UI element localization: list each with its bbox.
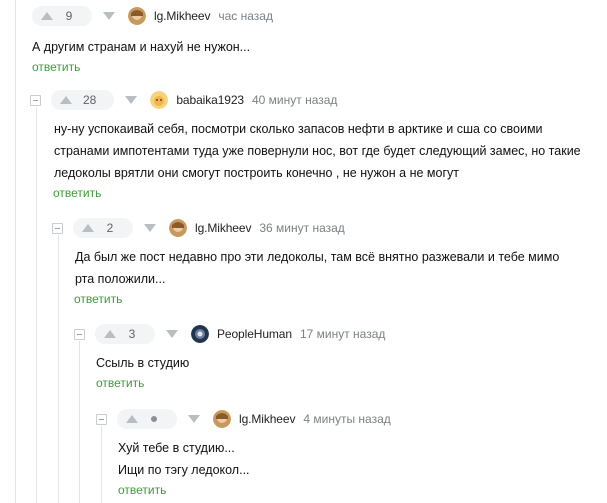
comment-text-line: рта положили...: [75, 272, 166, 286]
collapse-icon[interactable]: [74, 328, 85, 340]
arrow-down-icon[interactable]: [165, 329, 179, 339]
comment-header: lg.Mikheev 4 минуты назад: [96, 409, 605, 429]
comment-text-line: Ссыль в студию: [96, 356, 190, 370]
reply-link[interactable]: ответить: [74, 292, 122, 306]
author-name[interactable]: PeopleHuman: [217, 327, 292, 341]
comment-text-line: А другим странам и нахуй не нужон...: [32, 40, 251, 54]
comment-body: Да был же пост недавно про эти ледоколы,…: [75, 246, 605, 290]
avatar[interactable]: [150, 91, 169, 109]
arrow-down-icon[interactable]: [143, 223, 157, 233]
comment: 28 babaika1923 40 минут назад ну-ну успо…: [30, 90, 605, 202]
comment-header: 3 PeopleHuman 17 минут назад: [74, 324, 605, 344]
rating-value: 3: [128, 327, 136, 341]
comment: 9 lg.Mikheev час назад А другим странам …: [32, 6, 602, 76]
reply-link[interactable]: ответить: [118, 483, 166, 497]
rating-box: [117, 409, 177, 429]
comment-header: 2 lg.Mikheev 36 минут назад: [52, 218, 605, 238]
thread-line: [15, 0, 16, 503]
rating-box: 9: [32, 6, 92, 26]
rating-value: 28: [83, 93, 97, 107]
arrow-down-icon[interactable]: [124, 95, 138, 105]
collapse-icon[interactable]: [96, 413, 107, 425]
comment-time[interactable]: час назад: [218, 9, 273, 23]
comment-time[interactable]: 36 минут назад: [259, 221, 344, 235]
comment-body: ну-ну успокаивай себя, посмотри сколько …: [54, 118, 605, 184]
arrow-up-icon[interactable]: [125, 414, 139, 424]
avatar[interactable]: [128, 7, 146, 25]
reply-link[interactable]: ответить: [96, 376, 144, 390]
arrow-down-icon[interactable]: [187, 414, 201, 424]
comment-text-line: ледоколы врятли они смогут построить кон…: [54, 166, 460, 180]
arrow-up-icon[interactable]: [59, 95, 73, 105]
comment: lg.Mikheev 4 минуты назад Хуй тебе в сту…: [96, 409, 605, 499]
comment-text-line: Ищи по тэгу ледокол...: [118, 463, 250, 477]
avatar[interactable]: [169, 219, 187, 237]
comment-body: А другим странам и нахуй не нужон...: [32, 36, 602, 58]
comment-text-line: странами импотентами туда уже повернули …: [54, 144, 581, 158]
arrow-up-icon[interactable]: [103, 329, 117, 339]
author-name[interactable]: lg.Mikheev: [154, 9, 210, 23]
comment: 2 lg.Mikheev 36 минут назад Да был же по…: [52, 218, 605, 308]
collapse-icon[interactable]: [52, 222, 63, 234]
comment-body: Ссыль в студию: [96, 352, 605, 374]
arrow-down-icon[interactable]: [102, 11, 116, 21]
comment-header: 9 lg.Mikheev час назад: [32, 6, 602, 26]
author-name[interactable]: lg.Mikheev: [195, 221, 251, 235]
comment-text-line: Да был же пост недавно про эти ледоколы,…: [75, 250, 560, 264]
rating-box: 3: [95, 324, 155, 344]
comment: 3 PeopleHuman 17 минут назад Ссыль в сту…: [74, 324, 605, 392]
comment-body: Хуй тебе в студию... Ищи по тэгу ледокол…: [118, 437, 605, 481]
author-name[interactable]: lg.Mikheev: [239, 412, 295, 426]
neutral-dot-icon: [151, 416, 157, 422]
arrow-up-icon[interactable]: [40, 11, 54, 21]
rating-value: 2: [106, 221, 114, 235]
reply-link[interactable]: ответить: [32, 60, 80, 74]
rating-box: 2: [73, 218, 133, 238]
comment-text-line: ну-ну успокаивай себя, посмотри сколько …: [54, 122, 543, 136]
collapse-icon[interactable]: [30, 94, 41, 106]
comment-time[interactable]: 17 минут назад: [300, 327, 385, 341]
reply-link[interactable]: ответить: [53, 186, 101, 200]
comment-time[interactable]: 40 минут назад: [252, 93, 337, 107]
avatar[interactable]: [191, 325, 209, 343]
author-name[interactable]: babaika1923: [176, 93, 244, 107]
comment-text-line: Хуй тебе в студию...: [118, 441, 235, 455]
arrow-up-icon[interactable]: [81, 223, 95, 233]
rating-value: 9: [65, 9, 73, 23]
comment-header: 28 babaika1923 40 минут назад: [30, 90, 605, 110]
rating-box: 28: [51, 90, 115, 110]
avatar[interactable]: [213, 410, 231, 428]
comment-time[interactable]: 4 минуты назад: [303, 412, 390, 426]
